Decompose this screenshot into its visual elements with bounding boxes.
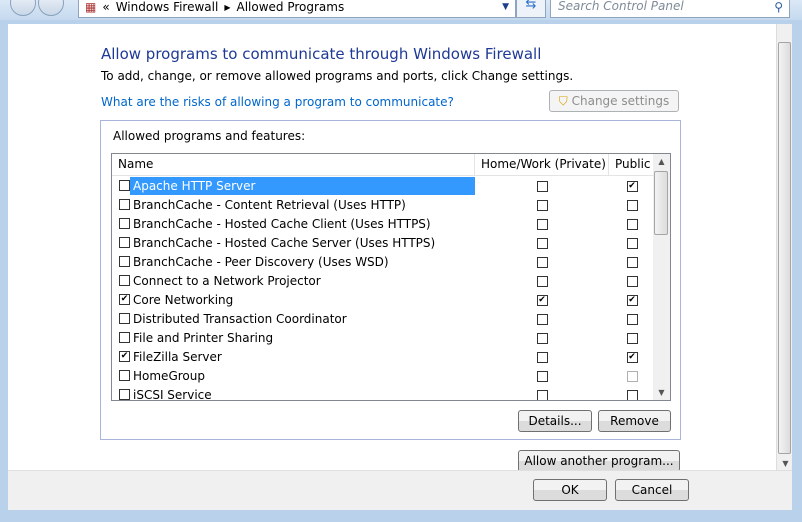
list-header: Name Home/Work (Private) Public — [112, 154, 670, 176]
page-scroll-thumb[interactable] — [778, 42, 791, 454]
private-checkbox[interactable] — [536, 180, 548, 192]
enabled-checkbox[interactable] — [119, 313, 130, 324]
enabled-checkbox[interactable]: ✔ — [119, 351, 130, 362]
program-name: HomeGroup — [133, 368, 205, 383]
scroll-down-icon[interactable]: ▼ — [653, 388, 670, 397]
public-checkbox[interactable] — [626, 199, 638, 211]
programs-list[interactable]: Name Home/Work (Private) Public Apache H… — [111, 153, 671, 401]
program-name: BranchCache - Content Retrieval (Uses HT… — [133, 197, 406, 212]
dropdown-icon[interactable]: ▼ — [502, 2, 509, 12]
program-name: FileZilla Server — [133, 349, 222, 364]
enabled-checkbox[interactable] — [119, 370, 130, 381]
private-checkbox[interactable] — [536, 389, 548, 400]
shield-icon: ⛉ — [558, 94, 568, 108]
list-item[interactable]: Apache HTTP Server ✔ — [112, 176, 670, 195]
public-checkbox[interactable]: ✔ — [626, 294, 638, 306]
list-item[interactable]: ✔ FileZilla Server ✔ — [112, 347, 670, 366]
overflow-icon: « — [102, 0, 110, 14]
back-button[interactable] — [10, 0, 36, 16]
public-checkbox[interactable]: ✔ — [626, 180, 638, 192]
allow-another-program-button[interactable]: Allow another program... — [518, 450, 680, 472]
program-name: File and Printer Sharing — [133, 330, 274, 345]
private-checkbox[interactable] — [536, 370, 548, 382]
enabled-checkbox[interactable] — [119, 199, 130, 210]
navigation-bar: ▦ « Windows Firewall ▶ Allowed Programs … — [0, 0, 802, 20]
public-checkbox[interactable] — [626, 256, 638, 268]
public-checkbox[interactable]: ✔ — [626, 351, 638, 363]
public-checkbox[interactable] — [626, 370, 638, 382]
enabled-checkbox[interactable] — [119, 180, 130, 191]
private-checkbox[interactable] — [536, 351, 548, 363]
private-checkbox[interactable] — [536, 275, 548, 287]
public-checkbox[interactable] — [626, 218, 638, 230]
column-name[interactable]: Name — [112, 154, 475, 175]
program-name: Core Networking — [133, 292, 234, 307]
cancel-button[interactable]: Cancel — [615, 479, 689, 501]
enabled-checkbox[interactable] — [119, 275, 130, 286]
column-public[interactable]: Public — [609, 154, 655, 175]
search-placeholder: Search Control Panel — [558, 0, 684, 13]
private-checkbox[interactable] — [536, 199, 548, 211]
change-settings-label: Change settings — [571, 94, 670, 108]
breadcrumb-windows-firewall[interactable]: Windows Firewall — [116, 0, 219, 14]
private-checkbox[interactable]: ✔ — [536, 294, 548, 306]
list-item[interactable]: File and Printer Sharing — [112, 328, 670, 347]
private-checkbox[interactable] — [536, 332, 548, 344]
scroll-down-icon[interactable]: ▼ — [777, 459, 794, 468]
refresh-icon[interactable]: ⇆ — [516, 0, 546, 18]
page-title: Allow programs to communicate through Wi… — [101, 45, 542, 63]
public-checkbox[interactable] — [626, 332, 638, 344]
list-item[interactable]: BranchCache - Hosted Cache Server (Uses … — [112, 233, 670, 252]
program-name: BranchCache - Hosted Cache Server (Uses … — [133, 235, 436, 250]
page-subtitle: To add, change, or remove allowed progra… — [101, 69, 574, 83]
change-settings-button[interactable]: ⛉ Change settings — [549, 90, 679, 112]
private-checkbox[interactable] — [536, 237, 548, 249]
details-button[interactable]: Details... — [518, 410, 592, 432]
risks-link[interactable]: What are the risks of allowing a program… — [101, 95, 454, 109]
column-private[interactable]: Home/Work (Private) — [475, 154, 609, 175]
list-scroll-thumb[interactable] — [654, 171, 668, 235]
scroll-up-icon[interactable]: ▲ — [653, 157, 670, 166]
program-name: Connect to a Network Projector — [133, 273, 321, 288]
program-name: Distributed Transaction Coordinator — [133, 311, 347, 326]
list-item[interactable]: ✔ Core Networking ✔ ✔ — [112, 290, 670, 309]
forward-button[interactable] — [38, 0, 64, 16]
private-checkbox[interactable] — [536, 256, 548, 268]
ok-button[interactable]: OK — [533, 479, 607, 501]
public-checkbox[interactable] — [626, 313, 638, 325]
program-name: iSCSI Service — [133, 387, 212, 401]
enabled-checkbox[interactable] — [119, 256, 130, 267]
list-item[interactable]: HomeGroup — [112, 366, 670, 385]
chevron-right-icon: ▶ — [224, 2, 231, 12]
list-item[interactable]: Distributed Transaction Coordinator — [112, 309, 670, 328]
group-label: Allowed programs and features: — [113, 129, 306, 143]
list-item[interactable]: iSCSI Service — [112, 385, 670, 401]
list-scrollbar[interactable]: ▲ ▼ — [653, 154, 670, 400]
list-item[interactable]: BranchCache - Peer Discovery (Uses WSD) — [112, 252, 670, 271]
program-name: Apache HTTP Server — [130, 176, 475, 195]
breadcrumb-allowed-programs[interactable]: Allowed Programs — [236, 0, 344, 14]
private-checkbox[interactable] — [536, 218, 548, 230]
public-checkbox[interactable] — [626, 275, 638, 287]
allowed-programs-group: Allowed programs and features: Name Home… — [100, 120, 681, 440]
firewall-icon: ▦ — [85, 0, 97, 14]
program-name: BranchCache - Peer Discovery (Uses WSD) — [133, 254, 389, 269]
search-icon[interactable]: ⚲ — [774, 0, 783, 16]
list-item[interactable]: Connect to a Network Projector — [112, 271, 670, 290]
enabled-checkbox[interactable] — [119, 218, 130, 229]
remove-button[interactable]: Remove — [598, 410, 671, 432]
list-item[interactable]: BranchCache - Content Retrieval (Uses HT… — [112, 195, 670, 214]
enabled-checkbox[interactable]: ✔ — [119, 294, 130, 305]
public-checkbox[interactable] — [626, 237, 638, 249]
program-name: BranchCache - Hosted Cache Client (Uses … — [133, 216, 431, 231]
enabled-checkbox[interactable] — [119, 389, 130, 400]
enabled-checkbox[interactable] — [119, 332, 130, 343]
address-bar[interactable]: ▦ « Windows Firewall ▶ Allowed Programs … — [78, 0, 516, 18]
public-checkbox[interactable] — [626, 389, 638, 400]
list-item[interactable]: BranchCache - Hosted Cache Client (Uses … — [112, 214, 670, 233]
private-checkbox[interactable] — [536, 313, 548, 325]
page-scrollbar[interactable]: ▼ — [776, 24, 792, 470]
search-input[interactable]: Search Control Panel ⚲ — [550, 0, 790, 18]
enabled-checkbox[interactable] — [119, 237, 130, 248]
